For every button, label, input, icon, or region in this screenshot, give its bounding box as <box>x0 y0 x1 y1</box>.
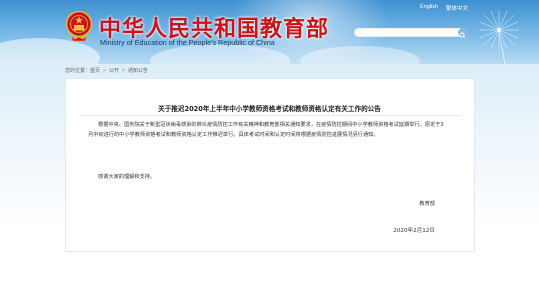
breadcrumb-separator: > <box>121 68 125 74</box>
breadcrumb-notices[interactable]: 通知公告 <box>128 68 148 74</box>
breadcrumb: 您的位置：首页 > 公开 > 通知公告 <box>65 67 148 75</box>
article-title: 关于推迟2020年上半年中小学教师资格考试和教师资格认定有关工作的公告 <box>158 105 381 113</box>
english-link[interactable]: English <box>420 4 438 10</box>
site-header: 中华人民共和国教育部 Ministry of Education of the … <box>0 0 539 64</box>
site-title-english: Ministry of Education of the People's Re… <box>100 38 275 47</box>
article-signature: 教育部 <box>419 201 435 207</box>
dandelion-decoration-icon <box>479 10 519 64</box>
national-emblem-icon <box>65 10 93 42</box>
breadcrumb-home[interactable]: 您的位置：首页 <box>65 68 100 74</box>
breadcrumb-public[interactable]: 公开 <box>109 68 119 74</box>
article-date: 2020年2月12日 <box>393 228 435 234</box>
article-paragraph: 感谢大家的理解和支持。 <box>98 174 156 180</box>
breadcrumb-separator: > <box>103 68 106 74</box>
title-divider <box>80 115 460 116</box>
search-input[interactable] <box>354 28 464 37</box>
article-paragraph: 根据中央、国务院关于新型冠状病毒感染的肺炎疫情防控工作有关精神和教育部相关通知要… <box>88 122 444 138</box>
